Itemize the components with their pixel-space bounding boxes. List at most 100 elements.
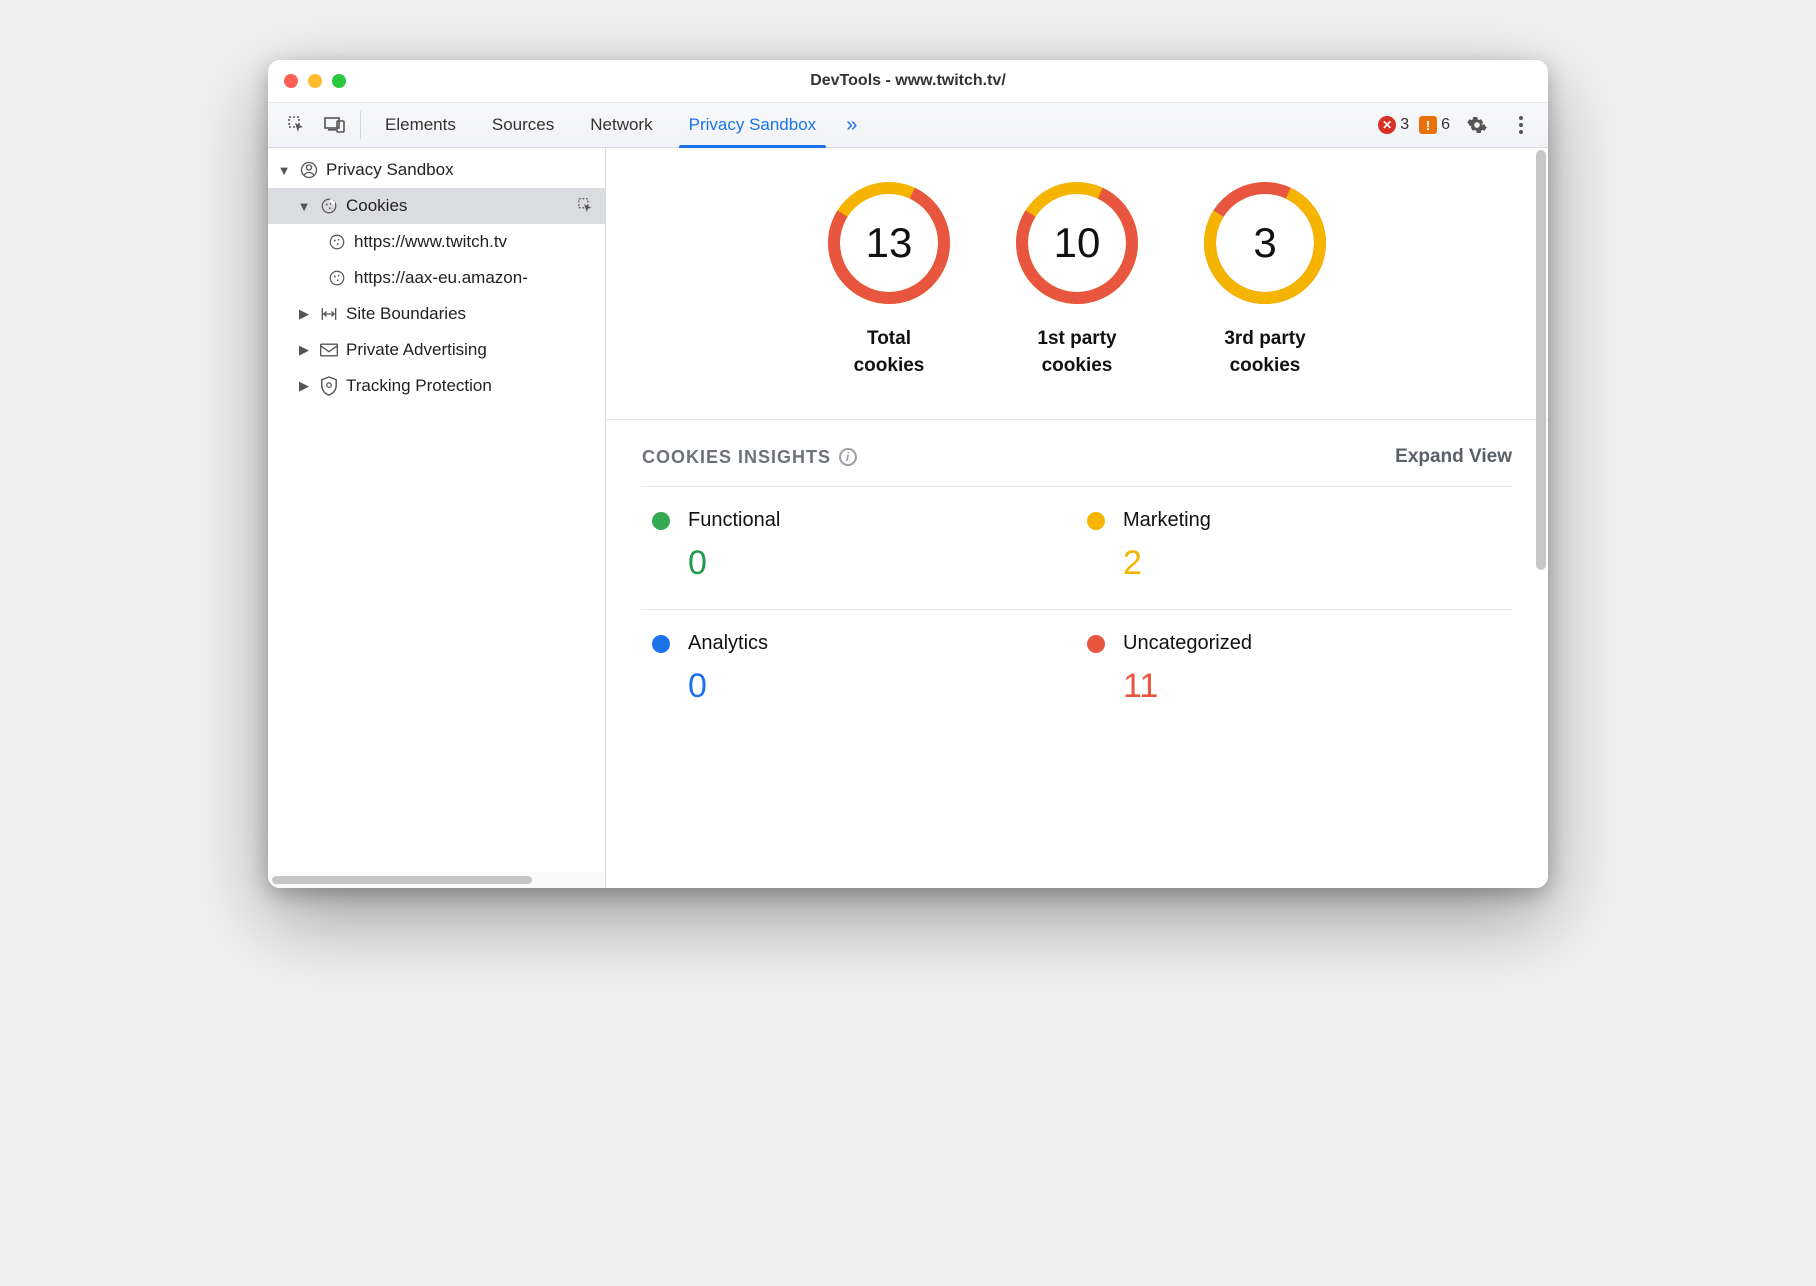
insight-value: 11 [1087, 667, 1502, 706]
boundaries-icon [318, 306, 340, 322]
color-swatch [652, 635, 670, 653]
ring-value: 13 [824, 178, 954, 308]
insight-label: Analytics [688, 632, 768, 655]
ring-chart-first-party: 10 [1012, 178, 1142, 308]
window-title: DevTools - www.twitch.tv/ [268, 72, 1548, 90]
gear-icon [1467, 115, 1487, 135]
sidebar-item-site-boundaries[interactable]: ▶ Site Boundaries [268, 296, 605, 332]
insight-value: 0 [652, 667, 1067, 706]
device-toolbar-icon[interactable] [316, 103, 354, 147]
tab-sources[interactable]: Sources [474, 103, 572, 147]
sidebar-item-privacy-sandbox[interactable]: ▼ Privacy Sandbox [268, 152, 605, 188]
sidebar-item-cookies[interactable]: ▼ Cookies [268, 188, 605, 224]
tab-privacy-sandbox[interactable]: Privacy Sandbox [671, 103, 835, 147]
tab-label: Elements [385, 115, 456, 135]
settings-button[interactable] [1460, 115, 1494, 135]
main-vertical-scrollbar[interactable] [1536, 150, 1546, 886]
toolbar-separator [360, 111, 361, 139]
sidebar-cookie-origin[interactable]: https://www.twitch.tv [268, 224, 605, 260]
error-icon: ✕ [1378, 116, 1396, 134]
ring-value: 3 [1200, 178, 1330, 308]
sidebar-item-label: Cookies [346, 196, 565, 216]
toolbar: Elements Sources Network Privacy Sandbox… [268, 102, 1548, 148]
expand-view-button[interactable]: Expand View [1395, 446, 1512, 468]
insight-label: Marketing [1123, 509, 1211, 532]
insight-label: Functional [688, 509, 780, 532]
scrollbar-thumb[interactable] [272, 876, 532, 884]
insight-functional[interactable]: Functional 0 [642, 486, 1077, 609]
devtools-window: DevTools - www.twitch.tv/ Elements Sourc… [268, 60, 1548, 888]
warnings-count: 6 [1441, 116, 1450, 134]
insight-label: Uncategorized [1123, 632, 1252, 655]
cookie-icon [326, 269, 348, 287]
info-icon[interactable]: i [839, 448, 857, 466]
sandbox-icon [298, 160, 320, 180]
inspect-element-icon[interactable] [278, 103, 316, 147]
color-swatch [652, 512, 670, 530]
insight-uncategorized[interactable]: Uncategorized 11 [1077, 609, 1512, 732]
color-swatch [1087, 635, 1105, 653]
inspect-icon[interactable] [571, 197, 601, 215]
sidebar-item-label: https://aax-eu.amazon- [354, 268, 605, 288]
insights-title-text: COOKIES INSIGHTS [642, 447, 831, 468]
chevron-right-icon: ▶ [296, 342, 312, 358]
more-tabs-button[interactable]: » [834, 103, 869, 147]
tab-elements[interactable]: Elements [367, 103, 474, 147]
kebab-icon [1518, 115, 1524, 135]
insights-grid: Functional 0 Marketing 2 Analytics [606, 486, 1548, 732]
sidebar-item-label: https://www.twitch.tv [354, 232, 605, 252]
sidebar: ▼ Privacy Sandbox ▼ Cookies [268, 148, 606, 888]
card-total-cookies: 13 Total cookies [824, 178, 954, 379]
sidebar-cookie-origin[interactable]: https://aax-eu.amazon- [268, 260, 605, 296]
panel-tabs: Elements Sources Network Privacy Sandbox… [367, 103, 869, 147]
chevron-right-icon: » [846, 114, 857, 137]
chevron-down-icon: ▼ [276, 163, 292, 178]
sidebar-item-label: Tracking Protection [346, 376, 605, 396]
insight-value: 0 [652, 544, 1067, 583]
ring-chart-total: 13 [824, 178, 954, 308]
cookie-icon [326, 233, 348, 251]
ring-value: 10 [1012, 178, 1142, 308]
panel-body: ▼ Privacy Sandbox ▼ Cookies [268, 148, 1548, 888]
sidebar-item-label: Private Advertising [346, 340, 605, 360]
chevron-right-icon: ▶ [296, 306, 312, 322]
card-label: 1st party cookies [1012, 326, 1142, 379]
insight-analytics[interactable]: Analytics 0 [642, 609, 1077, 732]
insights-title: COOKIES INSIGHTS i [642, 447, 857, 468]
chevron-right-icon: ▶ [296, 378, 312, 394]
tab-label: Network [590, 115, 652, 135]
sidebar-item-tracking-protection[interactable]: ▶ Tracking Protection [268, 368, 605, 404]
card-third-party-cookies: 3 3rd party cookies [1200, 178, 1330, 379]
tab-label: Privacy Sandbox [689, 115, 817, 135]
sidebar-horizontal-scrollbar[interactable] [268, 872, 605, 888]
color-swatch [1087, 512, 1105, 530]
errors-badge[interactable]: ✕ 3 [1378, 116, 1409, 134]
warnings-badge[interactable]: ! 6 [1419, 116, 1450, 134]
cookie-icon [318, 197, 340, 215]
ring-chart-third-party: 3 [1200, 178, 1330, 308]
scrollbar-thumb[interactable] [1536, 150, 1546, 570]
shield-icon [318, 376, 340, 396]
tab-network[interactable]: Network [572, 103, 670, 147]
card-first-party-cookies: 10 1st party cookies [1012, 178, 1142, 379]
more-options-button[interactable] [1504, 115, 1538, 135]
tab-label: Sources [492, 115, 554, 135]
sidebar-item-label: Site Boundaries [346, 304, 605, 324]
insight-value: 2 [1087, 544, 1502, 583]
expand-view-label: Expand View [1395, 446, 1512, 467]
insights-header: COOKIES INSIGHTS i Expand View [606, 420, 1548, 486]
errors-count: 3 [1400, 116, 1409, 134]
insight-marketing[interactable]: Marketing 2 [1077, 486, 1512, 609]
sidebar-item-private-advertising[interactable]: ▶ Private Advertising [268, 332, 605, 368]
sidebar-tree: ▼ Privacy Sandbox ▼ Cookies [268, 148, 605, 404]
titlebar: DevTools - www.twitch.tv/ [268, 60, 1548, 102]
mail-icon [318, 342, 340, 358]
card-label: Total cookies [824, 326, 954, 379]
chevron-down-icon: ▼ [296, 199, 312, 214]
toolbar-right: ✕ 3 ! 6 [1378, 103, 1548, 147]
sidebar-item-label: Privacy Sandbox [326, 160, 605, 180]
warning-icon: ! [1419, 116, 1437, 134]
cookie-summary-cards: 13 Total cookies 10 1st party cookies [606, 148, 1548, 419]
main-panel: 13 Total cookies 10 1st party cookies [606, 148, 1548, 888]
card-label: 3rd party cookies [1200, 326, 1330, 379]
